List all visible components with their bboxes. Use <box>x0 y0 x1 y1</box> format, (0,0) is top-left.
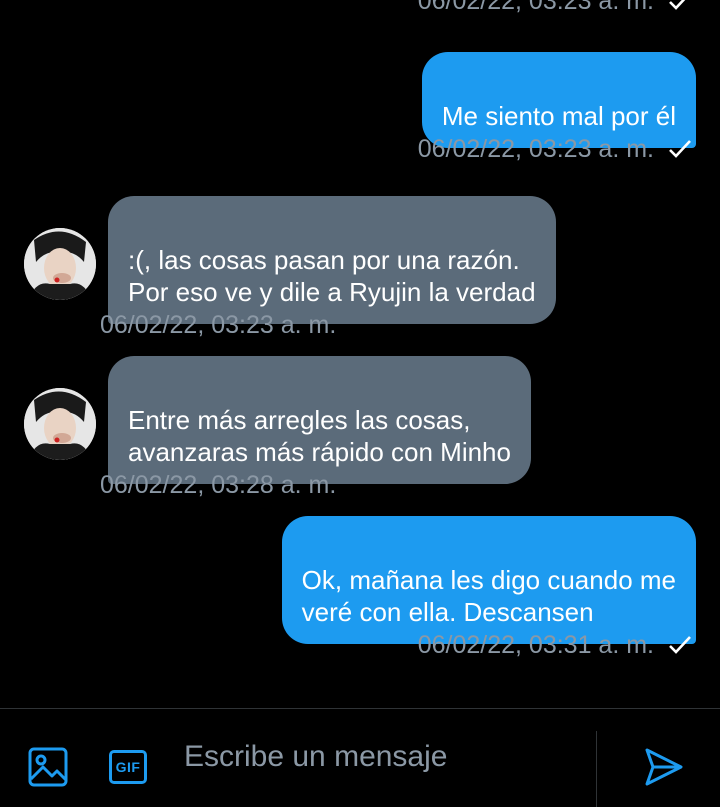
avatar[interactable] <box>24 388 96 460</box>
message-text: :(, las cosas pasan por una razón. Por e… <box>128 245 536 307</box>
message-text: Entre más arregles las cosas, avanzaras … <box>128 405 511 467</box>
conversation-thread[interactable]: 06/02/22, 03:23 a. m. Me siento mal por … <box>0 0 720 708</box>
composer-divider <box>596 731 597 807</box>
avatar-image <box>24 388 96 460</box>
message-text: Me siento mal por él <box>441 101 676 131</box>
send-button[interactable] <box>640 743 688 791</box>
gif-icon: GIF <box>109 750 147 784</box>
message-timestamp: 06/02/22, 03:23 a. m. <box>418 134 692 164</box>
timestamp-text: 06/02/22, 03:23 a. m. <box>100 311 337 339</box>
timestamp-text: 06/02/22, 03:23 a. m. <box>417 135 654 163</box>
message-composer: GIF <box>0 708 720 807</box>
read-check-icon <box>669 140 691 158</box>
outgoing-message-bubble[interactable]: Ok, mañana les digo cuando me veré con e… <box>281 516 696 644</box>
message-text: Ok, mañana les digo cuando me veré con e… <box>301 565 676 627</box>
incoming-message-bubble[interactable]: :(, las cosas pasan por una razón. Por e… <box>108 196 556 324</box>
message-timestamp: 06/02/22, 03:31 a. m. <box>418 630 692 660</box>
read-check-icon <box>669 636 691 654</box>
message-timestamp: 06/02/22, 03:23 a. m. <box>418 0 692 16</box>
avatar-image <box>24 228 96 300</box>
gif-label: GIF <box>115 759 141 775</box>
send-icon <box>645 748 683 786</box>
incoming-message-bubble[interactable]: Entre más arregles las cosas, avanzaras … <box>108 356 531 484</box>
read-check-icon <box>669 0 686 10</box>
image-icon <box>28 747 68 787</box>
timestamp-text: 06/02/22, 03:23 a. m. <box>417 0 654 15</box>
message-timestamp: 06/02/22, 03:23 a. m. <box>100 310 336 340</box>
add-image-button[interactable] <box>26 745 70 789</box>
add-gif-button[interactable]: GIF <box>106 745 150 789</box>
message-timestamp: 06/02/22, 03:28 a. m. <box>100 470 336 500</box>
timestamp-text: 06/02/22, 03:28 a. m. <box>100 471 337 499</box>
timestamp-text: 06/02/22, 03:31 a. m. <box>417 631 654 659</box>
message-input[interactable] <box>184 735 584 779</box>
avatar[interactable] <box>24 228 96 300</box>
